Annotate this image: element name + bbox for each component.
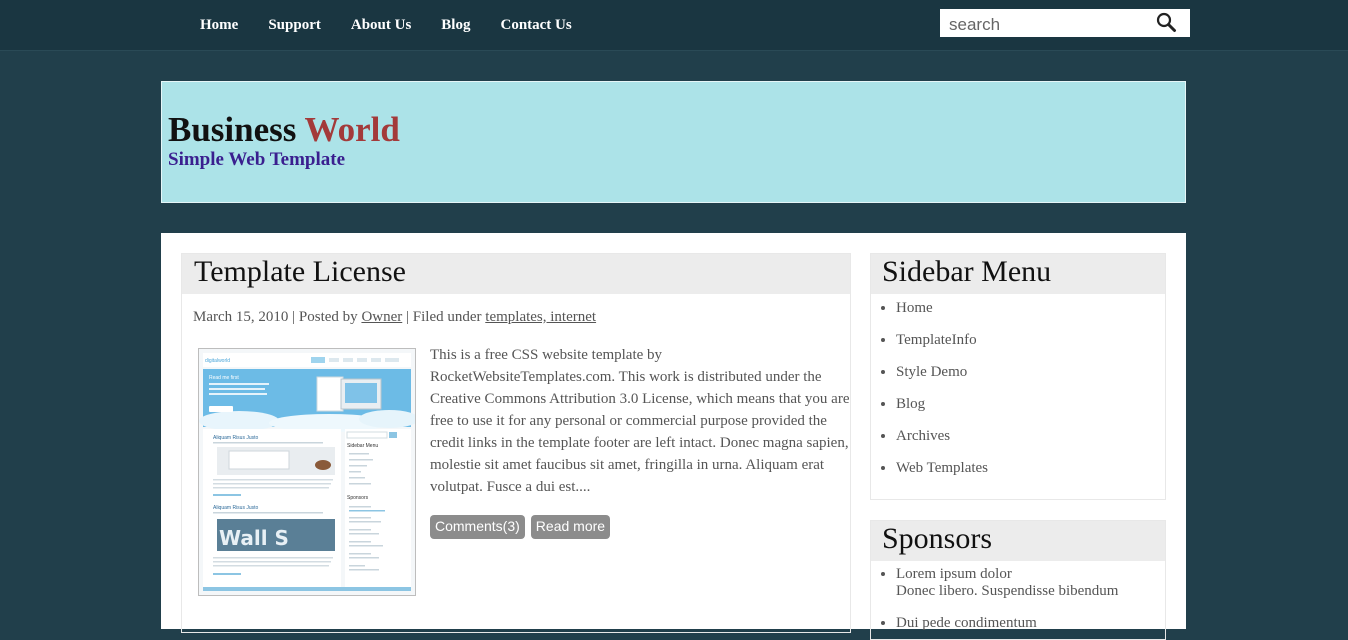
post-excerpt: This is a free CSS website template by R… (430, 347, 850, 495)
sidebar-item-home: Home (896, 295, 1165, 327)
meta-separator: | (292, 309, 299, 325)
sidebar-item-templateinfo: TemplateInfo (896, 327, 1165, 359)
sponsor-link[interactable]: Lorem ipsum dolor (896, 566, 1012, 582)
sidebar-item-web-templates: Web Templates (896, 455, 1165, 487)
blog-post: Template License March 15, 2010 | Posted… (181, 253, 851, 633)
thumb-article2-title: Aliquam Risus Justo (213, 505, 259, 511)
sponsors-title: Sponsors (882, 522, 993, 555)
sponsors-title-bar: Sponsors (871, 521, 1165, 561)
sidebar-menu-title: Sidebar Menu (882, 255, 1052, 288)
post-actions: Comments(3) Read more (430, 515, 616, 539)
website-template-preview-image: digitalworld Read me first Aliquam Risus… (199, 349, 415, 595)
nav-home[interactable]: Home (200, 17, 238, 34)
post-meta: March 15, 2010 | Posted by Owner | Filed… (193, 309, 596, 326)
nav-contact-us[interactable]: Contact Us (500, 17, 571, 34)
content-area: Template License March 15, 2010 | Posted… (161, 233, 1186, 640)
search-box (940, 9, 1190, 37)
top-nav-bar: Home Support About Us Blog Contact Us (0, 0, 1348, 51)
post-thumbnail[interactable]: digitalworld Read me first Aliquam Risus… (198, 348, 416, 596)
post-author-link[interactable]: Owner (361, 309, 402, 325)
search-input[interactable] (940, 9, 1150, 37)
sidebar-link-archives[interactable]: Archives (896, 428, 950, 444)
post-title: Template License (194, 255, 406, 288)
filed-under-label: Filed under (412, 309, 482, 325)
sidebar-item-blog: Blog (896, 391, 1165, 423)
meta-separator: | (406, 309, 413, 325)
nav-support[interactable]: Support (268, 17, 321, 34)
thumb-article2-image-lettering: Wall S (219, 526, 289, 550)
sidebar-link-templateinfo[interactable]: TemplateInfo (896, 332, 977, 348)
sponsor-item: Lorem ipsum dolor Donec libero. Suspendi… (896, 566, 1165, 600)
site-title-part1: Business (168, 110, 297, 149)
nav-about-us[interactable]: About Us (351, 17, 411, 34)
site-title-part2: World (304, 110, 400, 149)
sidebar-menu-title-bar: Sidebar Menu (871, 254, 1165, 294)
post-categories-link[interactable]: templates, internet (485, 309, 596, 325)
thumb-site-name: digitalworld (205, 358, 230, 364)
search-icon[interactable] (1155, 12, 1179, 34)
sidebar-item-style-demo: Style Demo (896, 359, 1165, 391)
comments-button[interactable]: Comments(3) (430, 515, 525, 539)
sponsor-item: Dui pede condimentum (896, 615, 1165, 632)
thumb-banner-text: Read me first (209, 375, 239, 381)
site-header: Business World Simple Web Template (161, 81, 1186, 203)
sidebar-link-blog[interactable]: Blog (896, 396, 925, 412)
thumb-article1-title: Aliquam Risus Justo (213, 435, 259, 441)
post-date: March 15, 2010 (193, 309, 289, 325)
sidebar-menu-box: Sidebar Menu Home TemplateInfo Style Dem… (870, 253, 1166, 500)
sidebar-link-home[interactable]: Home (896, 300, 933, 316)
sponsor-description: Donec libero. Suspendisse bibendum (896, 583, 1119, 599)
sidebar-item-archives: Archives (896, 423, 1165, 455)
sponsors-box: Sponsors Lorem ipsum dolor Donec libero.… (870, 520, 1166, 640)
site-title: Business World (168, 111, 400, 149)
sidebar-link-style-demo[interactable]: Style Demo (896, 364, 967, 380)
sponsors-list: Lorem ipsum dolor Donec libero. Suspendi… (871, 566, 1165, 632)
thumb-sidebar-title: Sidebar Menu (347, 443, 378, 449)
main-nav: Home Support About Us Blog Contact Us (200, 17, 602, 34)
sidebar-menu-list: Home TemplateInfo Style Demo Blog Archiv… (871, 295, 1165, 487)
read-more-button[interactable]: Read more (530, 515, 611, 539)
nav-blog[interactable]: Blog (441, 17, 470, 34)
sidebar-link-web-templates[interactable]: Web Templates (896, 460, 988, 476)
thumb-sponsors-title: Sponsors (347, 495, 369, 501)
post-title-bar: Template License (182, 254, 850, 294)
posted-by-label: Posted by (298, 309, 358, 325)
site-tagline: Simple Web Template (168, 149, 346, 170)
